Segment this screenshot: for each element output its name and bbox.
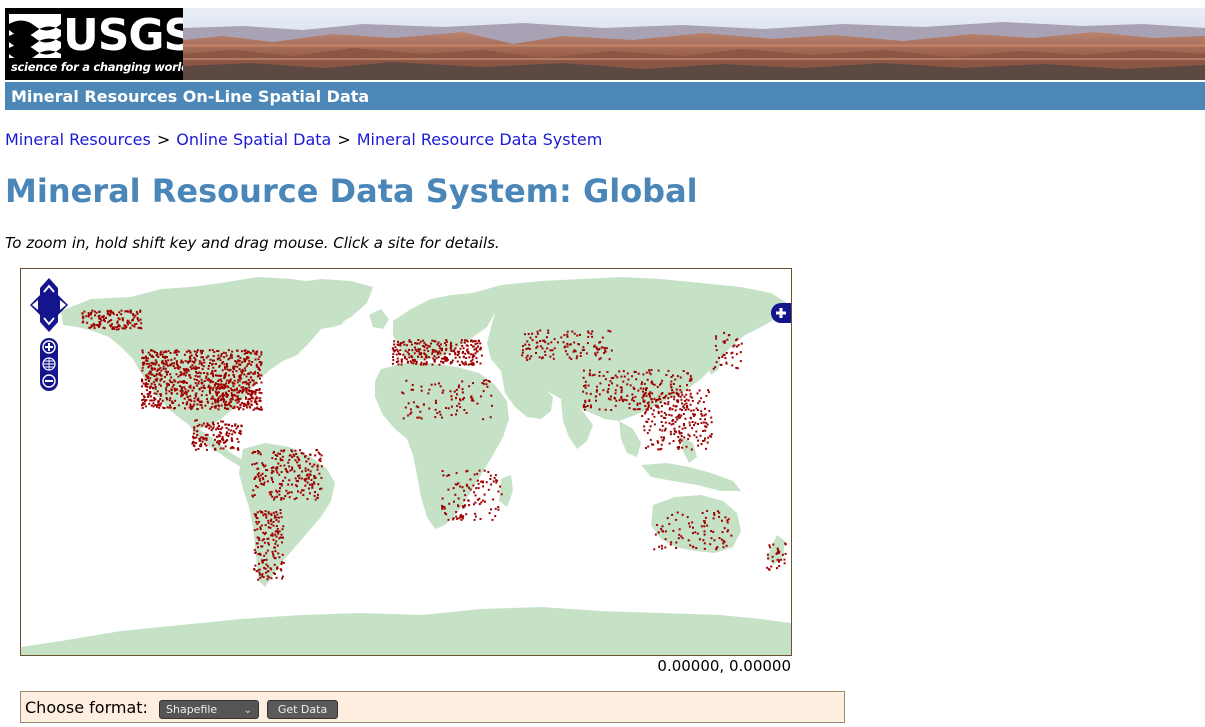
get-data-button[interactable]: Get Data [267,700,338,719]
format-select[interactable]: Shapefile ⌄ [159,700,259,719]
breadcrumb-separator: > [156,130,171,149]
usgs-wordmark: USGS [63,10,195,61]
breadcrumb-online-spatial-data[interactable]: Online Spatial Data [176,130,331,149]
choose-format-label: Choose format: [25,698,148,717]
chevron-down-icon: ⌄ [243,705,252,716]
site-title-bar: Mineral Resources On-Line Spatial Data [5,82,1205,110]
page-title: Mineral Resource Data System: Global [5,172,698,210]
grand-canyon-banner-image [183,8,1205,80]
usgs-tagline: science for a changing world [11,60,190,74]
layer-switcher-plus-icon[interactable] [771,303,791,323]
site-title: Mineral Resources On-Line Spatial Data [11,87,370,106]
land-masses [21,277,791,655]
breadcrumb-separator: > [337,130,351,149]
map-instructions: To zoom in, hold shift key and drag mous… [5,234,500,252]
breadcrumb: Mineral Resources > Online Spatial Data > Mi… [5,130,602,149]
format-select-value: Shapefile [166,703,218,716]
zoom-out-icon [45,380,53,382]
world-map-canvas [21,277,791,655]
pan-zoom-control[interactable] [30,278,68,393]
world-map[interactable] [20,268,792,656]
mouse-coordinates: 0.00000, 0.00000 [657,657,791,675]
breadcrumb-mineral-resource-data-system[interactable]: Mineral Resource Data System [357,130,603,149]
download-panel: Choose format: Shapefile ⌄ Get Data [20,691,845,723]
breadcrumb-mineral-resources[interactable]: Mineral Resources [5,130,151,149]
usgs-wave-icon [9,14,61,58]
usgs-logo[interactable]: USGS science for a changing world [5,8,195,80]
header-banner: USGS science for a changing world [5,8,1205,80]
